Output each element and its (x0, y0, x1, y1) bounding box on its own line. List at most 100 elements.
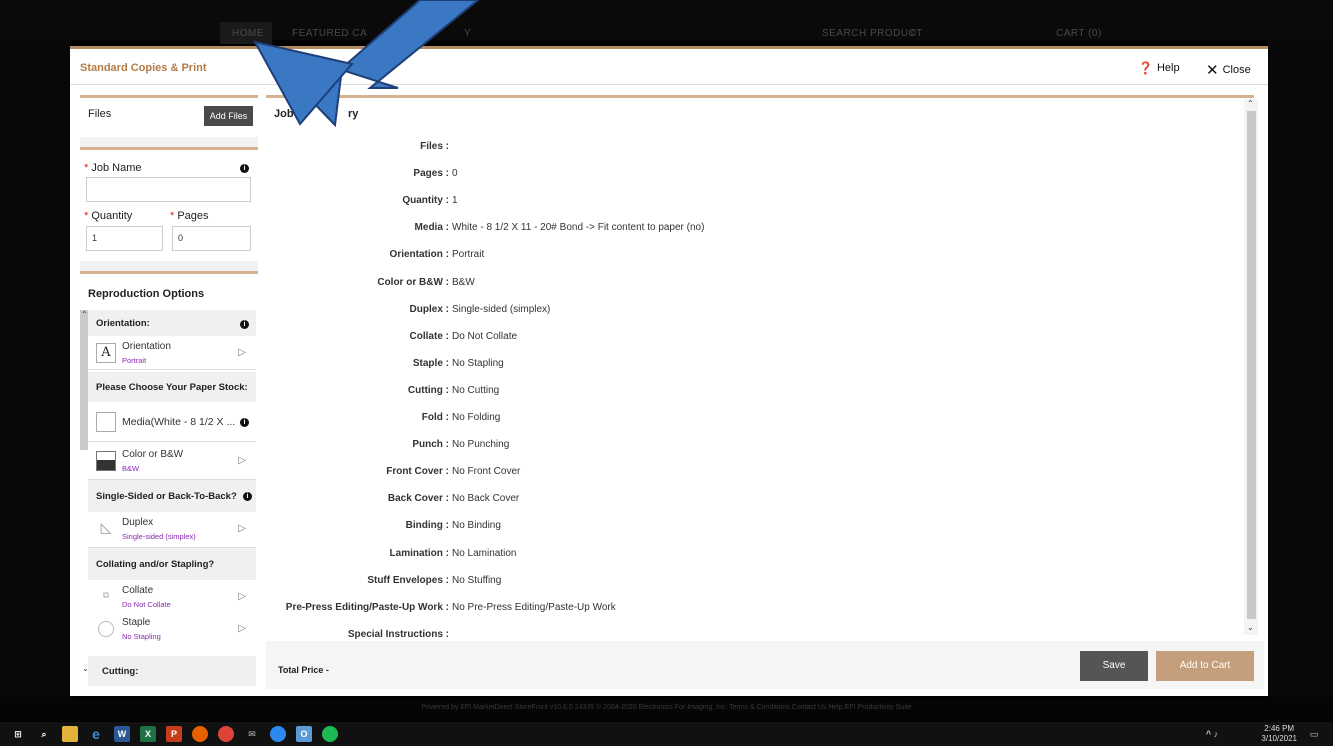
letter-a-icon: A (96, 343, 116, 363)
summary-row-label: Pages : (413, 168, 449, 180)
sided-info-icon[interactable]: i (243, 492, 252, 501)
summary-row-label: Files : (420, 141, 449, 152)
clock-date: 3/10/2021 (1261, 734, 1297, 743)
checkbox-icon (96, 412, 116, 432)
scrollbar-thumb[interactable] (1247, 111, 1256, 619)
left-scrollbar[interactable] (80, 310, 88, 450)
summary-row-value: Single-sided (simplex) (452, 303, 551, 315)
pages-label: * Pages (170, 210, 209, 222)
options-panel: Files Add Files * Job Name i * Quantity … (80, 95, 258, 686)
summary-row-label: Staple : (412, 357, 449, 369)
search-icon[interactable]: ⌕ (910, 24, 918, 40)
job-card: * Job Name i * Quantity * Pages 1 0 (80, 147, 258, 261)
add-to-cart-button[interactable]: Add to Cart (1156, 651, 1254, 681)
summary-row-value: Portrait (452, 249, 485, 261)
summary-row-value: Do Not Collate (452, 330, 518, 342)
color-option[interactable]: Color or B&W B&W ▷ (88, 444, 256, 480)
app-icon-2[interactable] (270, 726, 286, 742)
summary-row-value: No Cutting (452, 384, 500, 396)
summary-row-label: Collate : (409, 330, 449, 342)
close-button[interactable]: ✕ Close (1206, 61, 1251, 79)
summary-row-label: Punch : (412, 439, 449, 451)
summary-row-label: Binding : (405, 520, 449, 532)
pages-input[interactable]: 0 (172, 226, 251, 251)
staple-label: Staple (122, 617, 151, 628)
taskbar: ⊞ ⌕ e W X P ✉ O ^ ♪ 2:46 PM 3/10/2021 ▭ (0, 722, 1333, 746)
media-label: Media(White - 8 1/2 X ... (122, 416, 236, 428)
scroll-up-icon[interactable]: ⌃ (81, 310, 88, 319)
collate-option[interactable]: ⧉ Collate Do Not Collate ▷ (88, 580, 256, 614)
summary-row-label: Back Cover : (387, 493, 449, 505)
notifications-icon[interactable]: ▭ (1306, 726, 1322, 742)
orientation-head: Orientation: (88, 310, 256, 336)
outlook-icon[interactable]: O (296, 726, 312, 742)
orientation-label: Orientation (122, 341, 171, 352)
color-sub: B&W (122, 464, 140, 473)
close-label: Close (1222, 64, 1251, 76)
nav-search[interactable]: SEARCH PRODUCT (822, 28, 923, 39)
staple-option[interactable]: Staple No Stapling ▷ (88, 612, 256, 646)
summary-row-value: 1 (452, 195, 458, 207)
save-button[interactable]: Save (1080, 651, 1148, 681)
scroll-down-icon[interactable]: ⌄ (82, 664, 89, 673)
duplex-option[interactable]: ◺ Duplex Single-sided (simplex) ▷ (88, 512, 256, 548)
search-icon[interactable]: ⌕ (36, 726, 52, 742)
summary-row-label: Special Instructions : (347, 628, 449, 640)
word-icon[interactable]: W (114, 726, 130, 742)
summary-row-value: No Punching (452, 439, 510, 451)
clock[interactable]: 2:46 PM 3/10/2021 (1261, 724, 1297, 744)
scroll-down-icon[interactable]: ⌄ (1247, 623, 1254, 632)
collate-sub: Do Not Collate (122, 600, 171, 609)
nav-cart[interactable]: CART (0) (1056, 28, 1102, 39)
summary-row-label: Pre-Press Editing/Paste-Up Work : (285, 601, 449, 613)
quantity-label: * Quantity (84, 210, 133, 222)
info-icon[interactable]: i (240, 164, 249, 173)
quantity-input[interactable]: 1 (86, 226, 163, 251)
summary-row-label: Duplex : (409, 303, 449, 315)
tray-icons[interactable]: ^ ♪ (1204, 726, 1220, 742)
chevron-right-icon: ▷ (238, 523, 246, 534)
collate-label: Collate (122, 585, 154, 596)
chevron-right-icon: ▷ (238, 591, 246, 602)
summary-scrollbar[interactable]: ⌃ ⌄ (1244, 99, 1258, 635)
site-footer-text: Powered by EFI MarketDirect StoreFront v… (421, 704, 912, 711)
powerpoint-icon[interactable]: P (166, 726, 182, 742)
help-button[interactable]: ❓ Help (1138, 61, 1180, 75)
nav-home[interactable]: HOME (232, 28, 264, 39)
site-footer: Powered by EFI MarketDirect StoreFront v… (0, 697, 1333, 721)
spotify-icon[interactable] (322, 726, 338, 742)
firefox-icon[interactable] (192, 726, 208, 742)
summary-row-value: No Front Cover (452, 466, 521, 478)
summary-footer: Total Price - Save Add to Cart (266, 641, 1264, 689)
summary-row-value: No Stuffing (452, 574, 502, 586)
orientation-info-icon[interactable]: i (240, 320, 249, 329)
media-option[interactable]: Media(White - 8 1/2 X ... i (88, 402, 256, 442)
modal-header: Standard Copies & Print ❓ Help ✕ Close (70, 49, 1268, 85)
summary-row-label: Front Cover : (386, 466, 449, 478)
scroll-up-icon[interactable]: ⌃ (1247, 99, 1254, 108)
site-nav: HOME FEATURED CA Y SEARCH PRODUCT ⌕ CART… (0, 0, 1333, 44)
nav-partial[interactable]: Y (464, 28, 471, 39)
add-files-button[interactable]: Add Files (204, 106, 253, 126)
color-bw-icon (96, 451, 116, 471)
windows-start-icon[interactable]: ⊞ (10, 726, 26, 742)
media-info-icon[interactable]: i (240, 418, 249, 427)
color-label: Color or B&W (122, 449, 184, 460)
file-explorer-icon[interactable] (62, 726, 78, 742)
backdrop-right (1268, 40, 1333, 700)
chrome-icon[interactable] (218, 726, 234, 742)
chevron-right-icon: ▷ (238, 347, 246, 358)
chevron-right-icon: ▷ (238, 455, 246, 466)
excel-icon[interactable]: X (140, 726, 156, 742)
modal-title: Standard Copies & Print (80, 62, 207, 74)
close-icon: ✕ (1206, 62, 1219, 79)
edge-icon[interactable]: e (88, 726, 104, 742)
nav-featured[interactable]: FEATURED CA (292, 28, 367, 39)
job-name-input[interactable] (86, 177, 251, 202)
backdrop-left (0, 40, 70, 700)
summary-row-value: No Stapling (452, 357, 504, 369)
summary-row-value: No Lamination (452, 547, 517, 559)
summary-row-value: No Folding (452, 412, 501, 423)
orientation-option[interactable]: A Orientation Portrait ▷ (88, 336, 256, 370)
app-icon[interactable]: ✉ (244, 726, 260, 742)
